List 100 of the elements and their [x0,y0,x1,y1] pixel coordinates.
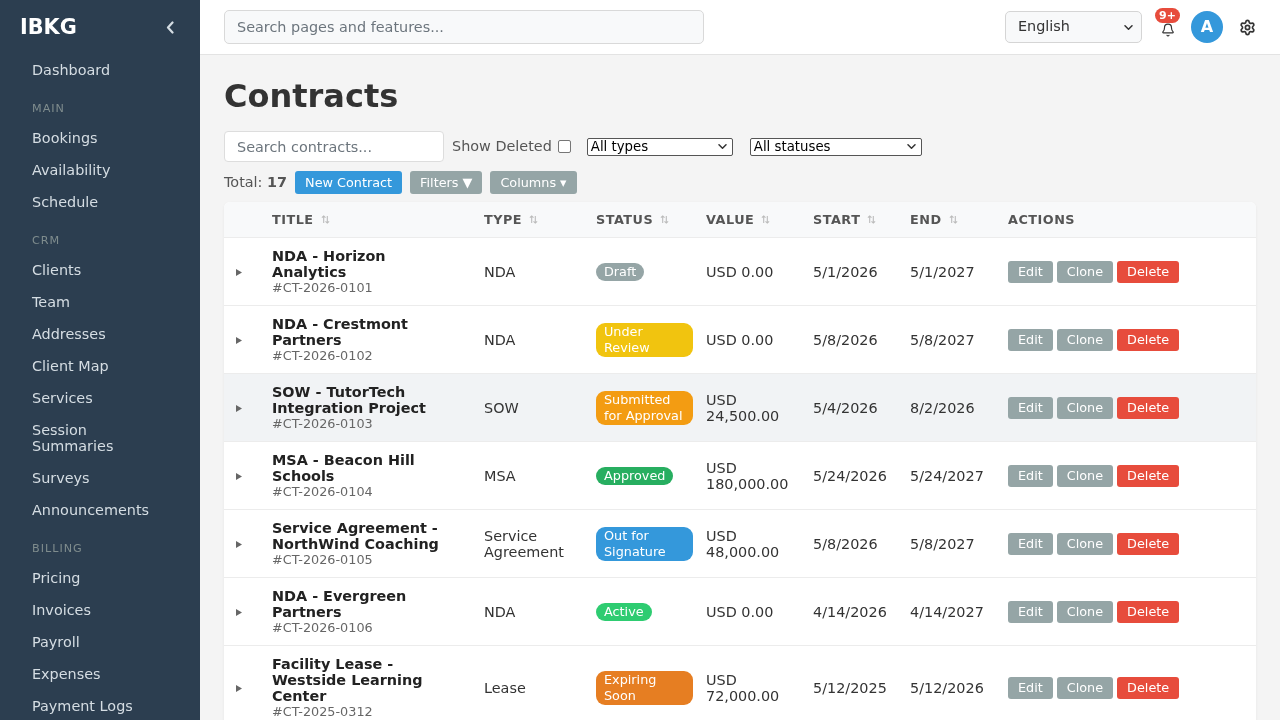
show-deleted-checkbox[interactable] [557,140,571,153]
table-row[interactable]: MSA - Beacon Hill Schools #CT-2026-0104 MSA Approved USD 180,000.00 5/24/2026 5/24/2027 Edit Clone Delete [224,441,1256,509]
end-date: 5/1/2027 [910,264,975,280]
sidebar-item[interactable]: Availability [0,154,200,186]
contract-title: MSA - Beacon Hill Schools [272,452,416,484]
sidebar-item[interactable]: Payment Logs [0,690,200,720]
sidebar-item[interactable]: Pricing [0,562,200,594]
contract-value: USD 0.00 [706,604,774,620]
status-badge: Active [596,603,652,621]
table-row[interactable]: Service Agreement - NorthWind Coaching #CT-2026-0105 Service Agreement Out for Signature USD 48,000.00 5/8/2026 5/8/2027 Edit Clone Delete [224,509,1256,577]
contract-type: NDA [484,264,516,280]
expand-caret-icon[interactable] [236,268,242,276]
contract-type: Service Agreement [484,528,564,560]
sidebar-item[interactable]: Team [0,286,200,318]
contract-number: #CT-2026-0105 [272,552,374,568]
sidebar-item[interactable]: Payroll [0,626,200,658]
sidebar-item[interactable]: Clients [0,254,200,286]
status-select[interactable]: All statuses [749,137,922,156]
end-date: 8/2/2026 [910,400,975,416]
end-date: 5/8/2027 [910,332,975,348]
column-header[interactable]: STATUS [596,211,654,228]
delete-button[interactable]: Delete [1117,533,1180,555]
sidebar-item[interactable]: Surveys [0,462,200,494]
bell-icon[interactable] [1161,23,1175,37]
settings-icon[interactable] [1239,18,1256,36]
contract-number: #CT-2025-0312 [272,704,374,720]
contract-search-field[interactable]: Search contracts... [224,131,444,162]
delete-button[interactable]: Delete [1117,397,1180,419]
status-badge: Under Review [596,323,693,357]
chevron-down-icon [1124,24,1133,30]
expand-caret-icon[interactable] [236,336,242,344]
delete-button[interactable]: Delete [1117,677,1180,699]
contract-type: Lease [484,680,526,696]
sidebar-item[interactable]: Addresses [0,318,200,350]
sidebar-item[interactable]: Services [0,382,200,414]
expand-caret-icon[interactable] [236,684,242,692]
start-date: 5/1/2026 [813,264,878,280]
contract-value: USD 48,000.00 [706,528,780,560]
table-row[interactable]: NDA - Evergreen Partners #CT-2026-0106 NDA Active USD 0.00 4/14/2026 4/14/2027 Edit Clone Delete [224,577,1256,645]
expand-caret-icon[interactable] [236,472,242,480]
contract-type: SOW [484,400,519,416]
delete-button[interactable]: Delete [1117,601,1180,623]
contract-value: USD 0.00 [706,264,774,280]
start-date: 5/24/2026 [813,468,887,484]
sidebar-item[interactable]: Schedule [0,186,200,218]
delete-button[interactable]: Delete [1117,465,1180,487]
column-header[interactable]: TYPE [484,211,523,228]
contract-type: NDA [484,604,516,620]
show-deleted-label: Show Deleted [452,136,552,156]
sidebar-item[interactable]: Dashboard [0,54,200,86]
contract-number: #CT-2026-0103 [272,416,374,432]
start-date: 4/14/2026 [813,604,887,620]
table-row[interactable]: NDA - Crestmont Partners #CT-2026-0102 NDA Under Review USD 0.00 5/8/2026 5/8/2027 Edit Clone Delete [224,305,1256,373]
chevron-left-icon[interactable] [166,20,174,34]
contract-type: MSA [484,468,516,484]
expand-caret-icon[interactable] [236,540,242,548]
delete-button[interactable]: Delete [1117,261,1180,283]
contract-number: #CT-2026-0104 [272,484,374,500]
contract-value: USD 0.00 [706,332,774,348]
chevron-down-icon [717,144,727,149]
sidebar-item[interactable]: Announcements [0,494,200,526]
sidebar-item[interactable]: Bookings [0,122,200,154]
status-badge: Submitted for Approval [596,391,693,425]
contract-title: Facility Lease - Westside Learning Center [272,656,424,704]
start-date: 5/8/2026 [813,536,878,552]
column-header[interactable]: END [910,211,942,228]
table-row[interactable]: Facility Lease - Westside Learning Center #CT-2025-0312 Lease Expiring Soon USD 72,000.00 5/12/2025 5/12/2026 Edit Clone Delete [224,645,1256,720]
contract-title: NDA - Crestmont Partners [272,316,409,348]
status-badge: Expiring Soon [596,671,693,705]
contract-title: NDA - Horizon Analytics [272,248,387,280]
contract-title: SOW - TutorTech Integration Project [272,384,427,416]
sidebar-item[interactable]: Session Summaries [0,414,200,462]
page-title: Contracts [224,77,400,115]
sidebar-section-heading: MAIN [31,102,66,115]
expand-caret-icon[interactable] [236,404,242,412]
column-header[interactable]: START [813,211,861,228]
contract-type: NDA [484,332,516,348]
sidebar-section-heading: BILLING [31,542,84,555]
table-row[interactable]: SOW - TutorTech Integration Project #CT-2026-0103 SOW Submitted for Approval USD 24,500.00 5/4/2026 8/2/2026 Edit Clone Delete [224,373,1256,441]
contract-value: USD 24,500.00 [706,392,780,424]
status-badge: Out for Signature [596,527,693,561]
sidebar-item[interactable]: Invoices [0,594,200,626]
expand-caret-icon[interactable] [236,608,242,616]
contract-title: Service Agreement - NorthWind Coaching [272,520,440,552]
search-field[interactable]: Search pages and features... [224,10,704,44]
column-header[interactable]: TITLE [272,211,314,228]
contract-title: NDA - Evergreen Partners [272,588,408,620]
sidebar-item[interactable]: Client Map [0,350,200,382]
chevron-down-icon [906,144,916,149]
status-badge: Draft [596,263,645,281]
contract-number: #CT-2026-0106 [272,620,374,636]
table-row[interactable]: NDA - Horizon Analytics #CT-2026-0101 NDA Draft USD 0.00 5/1/2026 5/1/2027 Edit Clone Delete [224,237,1256,305]
delete-button[interactable]: Delete [1117,329,1180,351]
sidebar-item[interactable]: Expenses [0,658,200,690]
start-date: 5/12/2025 [813,680,887,696]
language-select[interactable]: English [1005,11,1142,43]
column-header[interactable]: VALUE [706,211,755,228]
start-date: 5/4/2026 [813,400,878,416]
type-select[interactable]: All types [586,137,733,156]
column-header: ACTIONS [1008,211,1076,228]
